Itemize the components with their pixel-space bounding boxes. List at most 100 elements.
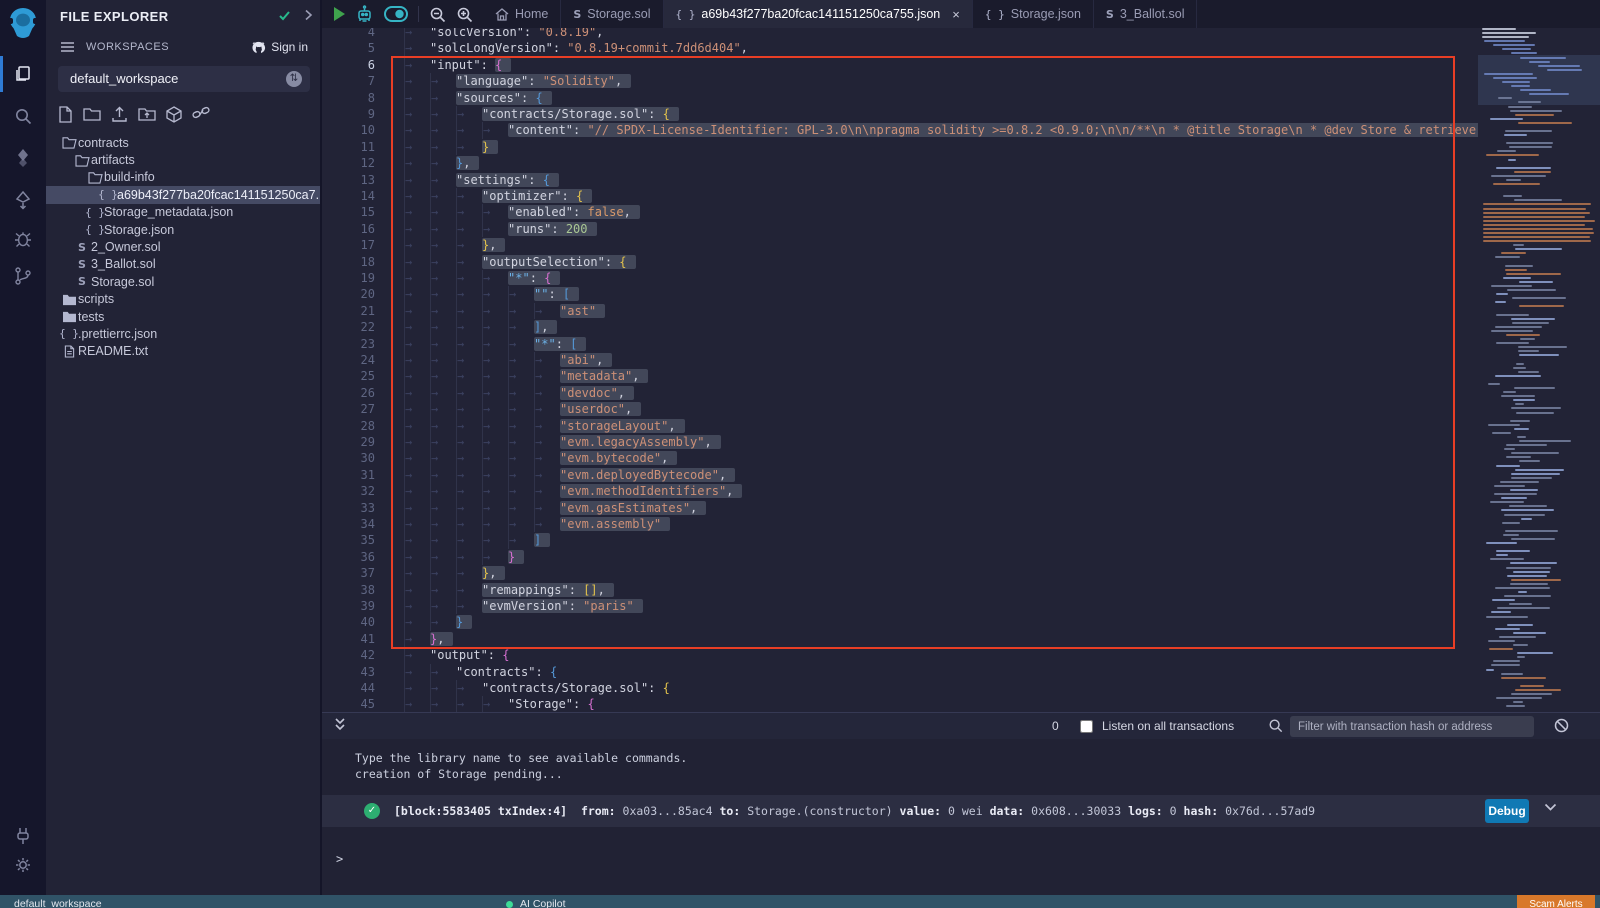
workspaces-menu-icon[interactable] — [60, 41, 75, 53]
code-line[interactable]: →→→→→], — [404, 319, 557, 335]
code-editor[interactable]: 4→"solcVersion": "0.8.19",5→"solcLongVer… — [322, 28, 1600, 712]
collapse-terminal-icon[interactable] — [334, 717, 346, 733]
code-line[interactable]: →→"language": "Solidity", — [404, 73, 631, 89]
debugger-icon[interactable] — [0, 224, 46, 254]
tab-buildinfo-json[interactable]: { } a69b43f277ba20fcac141151250ca755.jso… — [664, 0, 973, 28]
git-icon[interactable] — [0, 261, 46, 291]
upload-file-icon[interactable] — [111, 106, 128, 124]
tab-storage-json[interactable]: { } Storage.json — [973, 0, 1094, 28]
zoom-in-icon[interactable] — [456, 6, 473, 23]
close-tab-icon[interactable]: × — [952, 7, 960, 22]
code-line[interactable]: →→"settings": { — [404, 172, 559, 188]
ai-assistant-icon[interactable] — [355, 5, 374, 24]
workspace-select[interactable]: default_workspace ⇅ — [58, 66, 310, 92]
code-line[interactable]: →→}, — [404, 155, 479, 171]
code-line[interactable]: →→"sources": { — [404, 90, 552, 106]
tab-home[interactable]: Home — [483, 0, 561, 28]
code-line[interactable]: →→→→→→"evm.legacyAssembly", — [404, 434, 721, 450]
ipfs-box-icon[interactable] — [166, 106, 182, 124]
code-line[interactable]: →"output": { — [404, 647, 509, 663]
transaction-row[interactable]: ✓ [block:5583405 txIndex:4] from: 0xa03.… — [322, 795, 1600, 827]
code-line[interactable]: →→→→→→"evm.methodIdentifiers", — [404, 483, 742, 499]
code-line[interactable]: →→→"optimizer": { — [404, 188, 592, 204]
scam-alerts-badge[interactable]: Scam Alerts — [1517, 895, 1595, 908]
code-line[interactable]: →→→→→] — [404, 532, 550, 548]
code-line[interactable]: →→→→→→"evm.gasEstimates", — [404, 500, 706, 516]
code-line[interactable]: →→→→→→"evm.assembly" — [404, 516, 670, 532]
expand-tx-icon[interactable] — [1544, 803, 1557, 812]
statusbar-workspace[interactable]: default_workspace — [14, 898, 102, 908]
statusbar-copilot[interactable]: AI Copilot — [520, 898, 566, 908]
code-line[interactable]: →→→"outputSelection": { — [404, 254, 636, 270]
file-tree-item[interactable]: SStorage.sol — [46, 273, 320, 290]
code-line[interactable]: →→"contracts": { — [404, 664, 557, 680]
deploy-run-icon[interactable] — [0, 185, 46, 215]
panel-expand-icon[interactable] — [304, 9, 313, 21]
plugin-manager-icon[interactable] — [0, 821, 46, 851]
code-line[interactable]: →→→→→→"storageLayout", — [404, 418, 685, 434]
solidity-compiler-icon[interactable] — [0, 143, 46, 173]
code-line[interactable]: →→→→"enabled": false, — [404, 204, 640, 220]
listen-all-transactions-checkbox[interactable] — [1080, 720, 1093, 733]
file-tree-label: Storage_metadata.json — [104, 205, 233, 219]
link-icon[interactable] — [192, 106, 210, 124]
new-file-icon[interactable] — [58, 106, 73, 124]
file-tree-item[interactable]: contracts — [46, 134, 320, 151]
file-tree-item[interactable]: README.txt — [46, 343, 320, 360]
debug-button[interactable]: Debug — [1485, 799, 1529, 823]
code-line[interactable]: →"solcLongVersion": "0.8.19+commit.7dd6d… — [404, 40, 748, 56]
ai-toggle-icon[interactable] — [384, 6, 408, 22]
file-explorer-icon[interactable] — [0, 59, 46, 89]
code-line[interactable]: →→→→→→"metadata", — [404, 368, 648, 384]
minimap-line — [1486, 616, 1528, 618]
file-tree-item[interactable]: build-info — [46, 169, 320, 186]
clear-console-icon[interactable] — [1554, 718, 1569, 733]
code-line[interactable]: →→→→→→"userdoc", — [404, 401, 641, 417]
run-script-icon[interactable] — [334, 7, 345, 21]
transaction-filter-input[interactable] — [1290, 716, 1534, 737]
zoom-out-icon[interactable] — [429, 6, 446, 23]
code-line[interactable]: →→→} — [404, 139, 498, 155]
file-tree-item[interactable]: artifacts — [46, 151, 320, 168]
code-line[interactable]: →→→→→"": [ — [404, 286, 579, 302]
tab-storage-sol[interactable]: S Storage.sol — [561, 0, 663, 28]
code-line[interactable]: →→→→"Storage": { — [404, 696, 595, 712]
file-tree-item[interactable]: { }Storage.json — [46, 221, 320, 238]
sign-in-button[interactable]: Sign in — [251, 40, 308, 54]
file-tree-item[interactable]: tests — [46, 308, 320, 325]
file-tree-item[interactable]: { }Storage_metadata.json — [46, 204, 320, 221]
code-line[interactable]: →"input": { — [404, 57, 511, 73]
upload-folder-icon[interactable] — [138, 106, 156, 124]
code-line[interactable]: →→→→} — [404, 549, 524, 565]
code-line[interactable]: →→→→→→"evm.deployedBytecode", — [404, 467, 735, 483]
terminal-prompt[interactable]: > — [336, 852, 343, 866]
code-line[interactable]: →→→"remappings": [], — [404, 582, 614, 598]
code-line[interactable]: →→→→→→"ast" — [404, 303, 605, 319]
file-tree-item[interactable]: S2_Owner.sol — [46, 238, 320, 255]
code-line[interactable]: →→→→"runs": 200 — [404, 221, 597, 237]
code-line[interactable]: →→→}, — [404, 565, 505, 581]
file-tree-item[interactable]: S3_Ballot.sol — [46, 256, 320, 273]
code-line[interactable]: →→→"evmVersion": "paris" — [404, 598, 643, 614]
code-line[interactable]: →→→"contracts/Storage.sol": { — [404, 680, 670, 696]
code-line[interactable]: →→→→→→"evm.bytecode", — [404, 450, 677, 466]
code-line[interactable]: →→→→→→"devdoc", — [404, 385, 634, 401]
file-tree-item[interactable]: scripts — [46, 291, 320, 308]
code-line[interactable]: →→→}, — [404, 237, 505, 253]
search-icon[interactable] — [0, 101, 46, 131]
code-line[interactable]: →→→→"*": { — [404, 270, 560, 286]
code-line[interactable]: →→→→→"*": [ — [404, 336, 586, 352]
code-line[interactable]: →→→→"content": "// SPDX-License-Identifi… — [404, 122, 1478, 138]
settings-gear-icon[interactable] — [0, 850, 46, 880]
new-folder-icon[interactable] — [83, 106, 101, 124]
code-line[interactable]: →"solcVersion": "0.8.19", — [404, 28, 603, 40]
minimap[interactable] — [1478, 28, 1600, 712]
file-tree-item[interactable]: { }.prettierrc.json — [46, 325, 320, 342]
file-tree-item[interactable]: { }a69b43f277ba20fcac141151250ca7... — [46, 186, 320, 203]
minimap-line — [1517, 436, 1526, 438]
code-line[interactable]: →→} — [404, 614, 472, 630]
code-line[interactable]: →→→"contracts/Storage.sol": { — [404, 106, 679, 122]
code-line[interactable]: →→→→→→"abi", — [404, 352, 612, 368]
tab-ballot-sol[interactable]: S 3_Ballot.sol — [1094, 0, 1198, 28]
code-line[interactable]: →}, — [404, 631, 453, 647]
